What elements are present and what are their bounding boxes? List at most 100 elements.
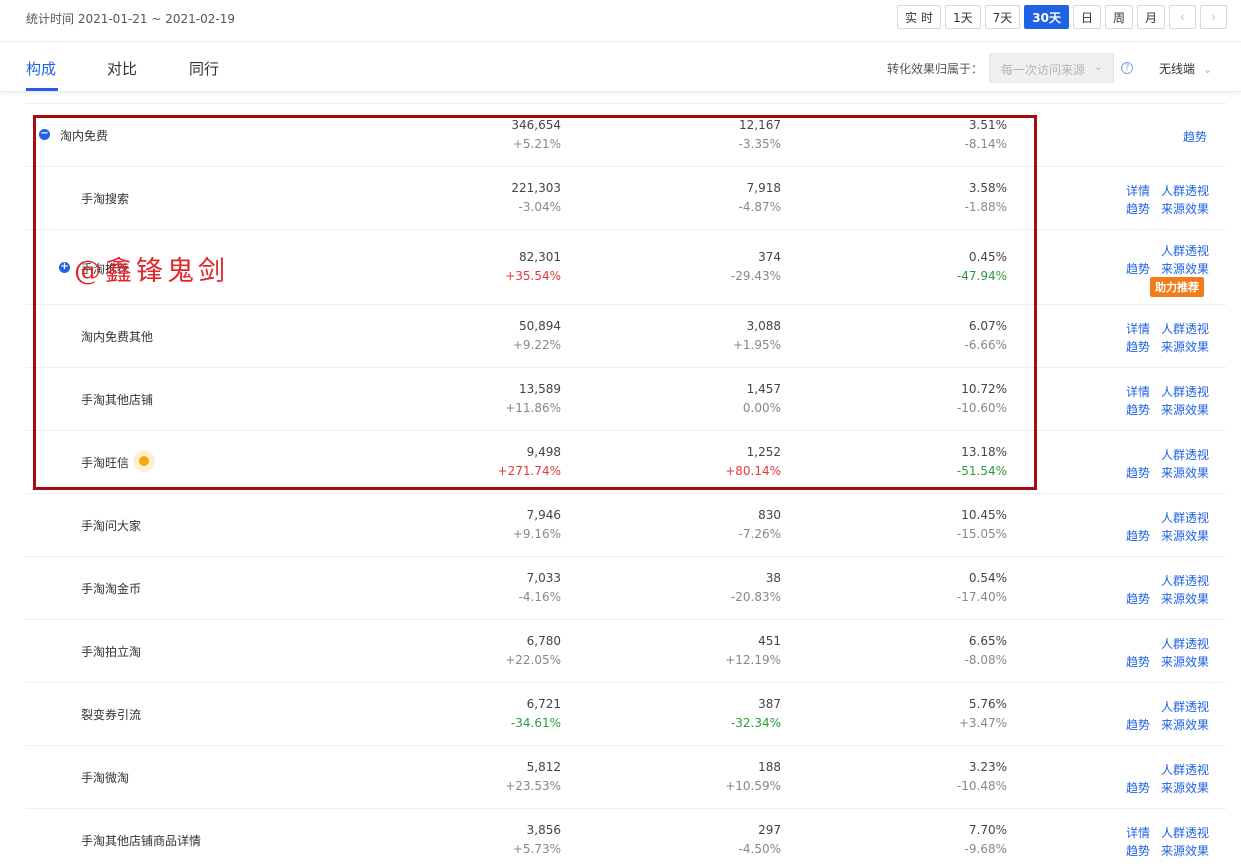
visitors-value: 9,498 (526, 445, 561, 459)
buyers-value: 297 (758, 823, 781, 837)
trend-link[interactable]: 趋势 (1126, 527, 1150, 544)
crowd-link[interactable]: 人群透视 (1161, 698, 1209, 715)
attribution-value: 每一次访问来源 (1001, 63, 1086, 77)
trend-link[interactable]: 趋势 (1126, 338, 1150, 355)
crowd-link[interactable]: 人群透视 (1161, 383, 1209, 400)
visitors-value: 6,721 (526, 697, 561, 711)
trend-link[interactable]: 趋势 (1126, 653, 1150, 670)
crowd-link[interactable]: 人群透视 (1161, 761, 1209, 778)
visitors-change: +9.16% (512, 527, 561, 541)
row-name: 手淘其他店铺 (81, 393, 154, 407)
source-link[interactable]: 来源效果 (1161, 716, 1209, 733)
range-week[interactable]: 周 (1104, 5, 1133, 29)
row-name: 手淘搜索 (81, 192, 130, 206)
range-7day[interactable]: 7天 (984, 5, 1021, 29)
detail-link[interactable]: 详情 (1126, 182, 1150, 199)
help-icon[interactable]: ? (1121, 62, 1133, 74)
crowd-link[interactable]: 人群透视 (1161, 824, 1209, 841)
source-link[interactable]: 来源效果 (1161, 260, 1209, 277)
trend-link[interactable]: 趋势 (1126, 464, 1150, 481)
source-link[interactable]: 来源效果 (1161, 653, 1209, 670)
buyers-change: -32.34% (730, 716, 781, 730)
trend-link[interactable]: 趋势 (1183, 128, 1207, 145)
detail-link[interactable]: 详情 (1126, 320, 1150, 337)
range-day[interactable]: 日 (1072, 5, 1101, 29)
metric-rate: 13.18% -51.54% (857, 445, 1007, 478)
source-link[interactable]: 来源效果 (1161, 464, 1209, 481)
crowd-link[interactable]: 人群透视 (1161, 572, 1209, 589)
buyers-change: 0.00% (742, 401, 781, 415)
tab-peer[interactable]: 同行 (189, 58, 219, 79)
table-row: − 淘内免费 346,654 +5.21% 12,167 -3.35% 3.51% -… (26, 103, 1226, 166)
crowd-link[interactable]: 人群透视 (1161, 320, 1209, 337)
rate-value: 10.72% (961, 382, 1007, 396)
attribution-label: 转化效果归属于： (887, 62, 984, 76)
metric-rate: 10.45% -15.05% (857, 508, 1007, 541)
trend-link[interactable]: 趋势 (1126, 716, 1150, 733)
crowd-link[interactable]: 人群透视 (1161, 509, 1209, 526)
trend-link[interactable]: 趋势 (1126, 200, 1150, 217)
tab-composition[interactable]: 构成 (26, 58, 56, 79)
table-row: 手淘拍立淘 6,780 +22.05% 451 +12.19% 6.65% -8.08… (26, 619, 1226, 682)
range-30day[interactable]: 30天 (1024, 5, 1069, 29)
metric-rate: 6.65% -8.08% (857, 634, 1007, 667)
visitors-value: 82,301 (519, 250, 561, 264)
metric-buyers: 451 +12.19% (631, 634, 781, 667)
metric-buyers: 1,252 +80.14% (631, 445, 781, 478)
source-link[interactable]: 来源效果 (1161, 527, 1209, 544)
buyers-value: 38 (765, 571, 781, 585)
metric-rate: 6.07% -6.66% (857, 319, 1007, 352)
range-1day[interactable]: 1天 (944, 5, 981, 29)
tab-bar: 构成 对比 同行 转化效果归属于： 每一次访问来源 ⌄ ? 无线端 ⌄ (0, 42, 1241, 92)
buyers-change: +80.14% (725, 464, 781, 478)
range-month[interactable]: 月 (1136, 5, 1165, 29)
detail-link[interactable]: 详情 (1126, 383, 1150, 400)
trend-link[interactable]: 趋势 (1126, 401, 1150, 418)
detail-link[interactable]: 详情 (1126, 824, 1150, 841)
rate-change: -15.05% (956, 527, 1007, 541)
expand-icon[interactable]: + (59, 262, 70, 273)
source-link[interactable]: 来源效果 (1161, 779, 1209, 796)
trend-link[interactable]: 趋势 (1126, 260, 1150, 277)
range-realtime[interactable]: 实 时 (897, 5, 941, 29)
source-link[interactable]: 来源效果 (1161, 401, 1209, 418)
visitors-change: +22.05% (505, 653, 561, 667)
buyers-change: -20.83% (730, 590, 781, 604)
trend-link[interactable]: 趋势 (1126, 842, 1150, 859)
crowd-link[interactable]: 人群透视 (1161, 446, 1209, 463)
visitors-value: 6,780 (526, 634, 561, 648)
rate-change: -8.14% (964, 137, 1007, 151)
trend-link[interactable]: 趋势 (1126, 779, 1150, 796)
crowd-link[interactable]: 人群透视 (1161, 635, 1209, 652)
metric-visitors: 9,498 +271.74% (411, 445, 561, 478)
table-row: 淘内免费其他 50,894 +9.22% 3,088 +1.95% 6.07% -6.… (26, 304, 1226, 367)
crowd-link[interactable]: 人群透视 (1161, 242, 1209, 259)
buyers-value: 188 (758, 760, 781, 774)
source-link[interactable]: 来源效果 (1161, 338, 1209, 355)
rate-change: -17.40% (956, 590, 1007, 604)
boost-recommend-button[interactable]: 助力推荐 (1150, 277, 1204, 297)
attribution-select[interactable]: 每一次访问来源 ⌄ (989, 53, 1114, 83)
visitors-value: 221,303 (511, 181, 561, 195)
collapse-icon[interactable]: − (39, 129, 50, 140)
table-row: 手淘其他店铺 13,589 +11.86% 1,457 0.00% 10.72% -1… (26, 367, 1226, 430)
metric-visitors: 5,812 +23.53% (411, 760, 561, 793)
source-link[interactable]: 来源效果 (1161, 842, 1209, 859)
device-select[interactable]: 无线端 ⌄ (1159, 60, 1212, 77)
source-link[interactable]: 来源效果 (1161, 200, 1209, 217)
crowd-link[interactable]: 人群透视 (1161, 182, 1209, 199)
visitors-change: -34.61% (510, 716, 561, 730)
tab-underline (26, 88, 58, 91)
buyers-value: 3,088 (746, 319, 781, 333)
metric-visitors: 6,721 -34.61% (411, 697, 561, 730)
watermark-text: @鑫锋鬼剑 (74, 256, 229, 287)
trend-link[interactable]: 趋势 (1126, 590, 1150, 607)
source-link[interactable]: 来源效果 (1161, 590, 1209, 607)
next-icon[interactable]: › (1200, 5, 1227, 29)
prev-icon[interactable]: ‹ (1169, 5, 1196, 29)
visitors-value: 346,654 (511, 118, 561, 132)
table-row: 手淘问大家 7,946 +9.16% 830 -7.26% 10.45% -15.05… (26, 493, 1226, 556)
metric-rate: 0.45% -47.94% (857, 250, 1007, 283)
metric-visitors: 6,780 +22.05% (411, 634, 561, 667)
tab-compare[interactable]: 对比 (107, 58, 137, 79)
